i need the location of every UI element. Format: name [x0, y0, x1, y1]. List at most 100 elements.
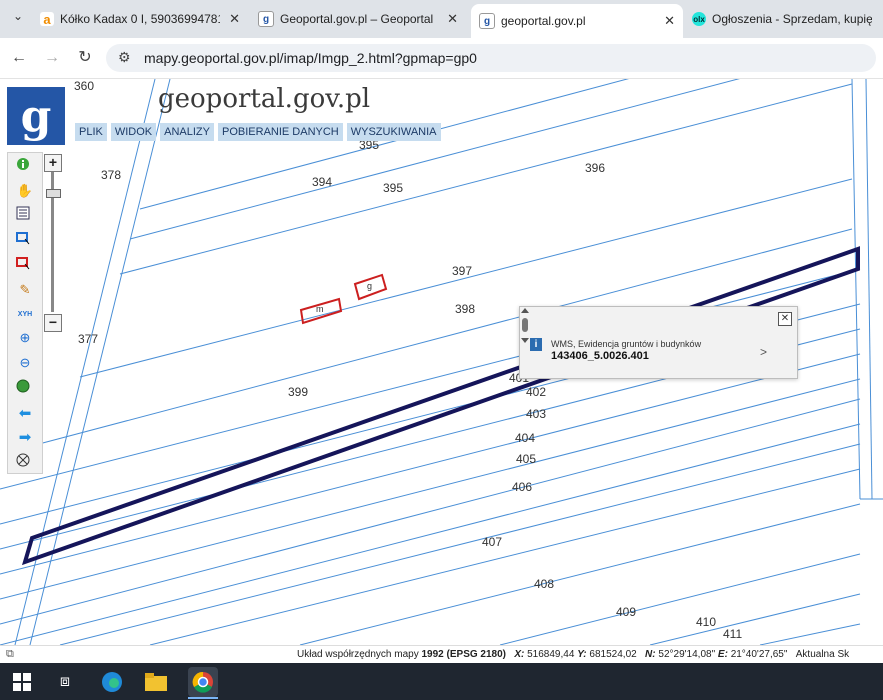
menu-plik[interactable]: PLIK	[75, 123, 107, 141]
popup-scrollbar[interactable]	[520, 307, 530, 345]
olx-icon: olx	[692, 12, 706, 26]
parcel-label: 409	[616, 605, 637, 619]
pencil-icon[interactable]: ✎	[16, 281, 34, 299]
popup-source: WMS, Ewidencja gruntów i budynków	[551, 339, 702, 349]
forward-icon[interactable]: →	[41, 47, 63, 69]
menu-pobieranie-danych[interactable]: POBIERANIE DANYCH	[218, 123, 343, 141]
feature-info-popup: ✕ i WMS, Ewidencja gruntów i budynków 14…	[519, 306, 798, 379]
menu-analizy[interactable]: ANALIZY	[160, 123, 214, 141]
tab-title: geoportal.gov.pl	[501, 14, 586, 28]
status-bar: ⧉ Układ współrzędnych mapy 1992 (EPSG 21…	[0, 645, 883, 664]
x-label: X:	[514, 649, 525, 660]
tab-geoportal-infr[interactable]: g Geoportal.gov.pl – Geoportal Infr ✕	[258, 4, 466, 34]
zoom-in-icon[interactable]: ⊕	[16, 329, 34, 347]
crs-label: Układ współrzędnych mapy	[297, 649, 419, 660]
parcel-label: 408	[534, 577, 555, 591]
reload-icon[interactable]: ↻	[74, 47, 96, 69]
geoportal-logo[interactable]: g	[7, 87, 65, 145]
file-explorer-icon[interactable]	[143, 669, 169, 695]
zoom-in-button[interactable]: +	[44, 154, 62, 172]
selected-parcel-401	[21, 246, 860, 566]
select-rect-blue-icon[interactable]	[16, 231, 34, 249]
next-extent-icon[interactable]: ➡	[16, 428, 34, 446]
menu-wyszukiwania[interactable]: WYSZUKIWANIA	[346, 123, 441, 141]
geoportal-icon: g	[258, 11, 274, 27]
close-tab-icon[interactable]: ✕	[229, 11, 240, 27]
coordinate-readout: Układ współrzędnych mapy 1992 (EPSG 2180…	[297, 649, 849, 660]
parcel-label: 404	[515, 431, 536, 445]
previous-extent-icon[interactable]: ⬅	[16, 404, 34, 422]
site-info-icon[interactable]: ⚙	[118, 49, 131, 66]
map-canvas[interactable]: 360 378 395 394 395 396 397 398 377 399 …	[0, 79, 883, 645]
y-label: Y:	[577, 649, 587, 660]
globe-icon[interactable]	[16, 379, 34, 397]
legend-icon[interactable]	[16, 206, 34, 224]
geoportal-wordmark: geoportal.gov.pl	[158, 84, 371, 114]
parcel-label: 402	[526, 385, 547, 399]
close-tab-icon[interactable]: ✕	[447, 11, 458, 27]
tab-kadax[interactable]: a Kółko Kadax 0 I, 5903699478173 ✕	[40, 4, 248, 34]
zoom-out-icon[interactable]: ⊖	[16, 354, 34, 372]
parcel-label: 411	[723, 627, 743, 641]
parcel-label: 410	[696, 615, 717, 629]
windows-taskbar: ⧈	[0, 663, 883, 700]
e-label: E:	[717, 649, 728, 660]
parcel-label: 406	[512, 480, 533, 494]
map-toolbar: ✋ ✎ XYH ⊕ ⊖ ⬅ ➡	[7, 152, 43, 474]
tab-title: Ogłoszenia - Sprzedam, kupię n	[712, 12, 872, 26]
amazon-icon: a	[40, 12, 54, 27]
parcel-label: 396	[585, 161, 606, 175]
zoom-slider[interactable]: + −	[44, 152, 64, 334]
select-rect-red-icon[interactable]	[16, 256, 34, 274]
parcel-label: 407	[482, 535, 503, 549]
n-label: N:	[645, 649, 656, 660]
task-view-icon[interactable]: ⧈	[52, 669, 78, 695]
y-value: 681524,02	[589, 649, 637, 660]
x-value: 516849,44	[527, 649, 575, 660]
n-value: 52°29'14,08"	[658, 649, 716, 660]
zoom-handle[interactable]	[46, 189, 61, 198]
info-icon[interactable]	[16, 157, 34, 175]
parcel-label: 403	[526, 407, 547, 421]
url-text: mapy.geoportal.gov.pl/imap/Imgp_2.html?g…	[144, 50, 477, 66]
e-value: 21°40'27,65"	[730, 649, 788, 660]
parcel-label: 378	[101, 168, 122, 182]
tab-geoportal-active[interactable]: g geoportal.gov.pl ✕	[471, 4, 683, 38]
chevron-right-icon[interactable]: >	[760, 345, 767, 359]
pan-hand-icon[interactable]: ✋	[16, 182, 34, 200]
zoom-out-button[interactable]: −	[44, 314, 62, 332]
current-scale-label: Aktualna Sk	[795, 649, 850, 660]
tab-olx[interactable]: olx Ogłoszenia - Sprzedam, kupię n	[692, 4, 883, 34]
parcel-label: 399	[288, 385, 309, 399]
main-menu: PLIK WIDOK ANALIZY POBIERANIE DANYCH WYS…	[75, 123, 441, 141]
close-icon[interactable]: ✕	[778, 312, 792, 326]
parcel-label: 398	[455, 302, 476, 316]
windows-start-icon[interactable]	[9, 669, 35, 695]
tab-search-icon[interactable]: ⌄	[8, 9, 28, 29]
xyh-coordinates-icon[interactable]: XYH	[16, 305, 34, 323]
parcel-label: 395	[383, 181, 404, 195]
parcel-label: 397	[452, 264, 473, 278]
browser-toolbar: ← → ↻ ⚙ mapy.geoportal.gov.pl/imap/Imgp_…	[0, 38, 883, 79]
popup-parcel-id: 143406_5.0026.401	[551, 350, 649, 362]
edge-icon[interactable]	[99, 669, 125, 695]
chrome-icon[interactable]	[188, 667, 218, 697]
parcel-label: 377	[78, 332, 99, 346]
tab-title: Geoportal.gov.pl – Geoportal Infr	[280, 12, 436, 26]
close-tab-icon[interactable]: ✕	[664, 13, 675, 29]
parcel-label: 394	[312, 175, 333, 189]
geoportal-icon: g	[479, 13, 495, 29]
full-extent-icon[interactable]	[16, 453, 34, 471]
tab-title: Kółko Kadax 0 I, 5903699478173	[60, 12, 220, 26]
building-label: g	[367, 281, 373, 291]
building-label: m	[316, 304, 324, 314]
parcel-label: 360	[74, 79, 95, 93]
info-icon: i	[530, 338, 542, 351]
menu-widok[interactable]: WIDOK	[110, 123, 157, 141]
parcel-label: 405	[516, 452, 537, 466]
back-icon[interactable]: ←	[8, 47, 30, 69]
fullscreen-icon[interactable]: ⧉	[6, 648, 14, 661]
address-bar[interactable]: ⚙ mapy.geoportal.gov.pl/imap/Imgp_2.html…	[106, 44, 876, 72]
browser-tab-bar: ⌄ a Kółko Kadax 0 I, 5903699478173 ✕ g G…	[0, 0, 883, 38]
crs-value: 1992 (EPSG 2180)	[421, 649, 507, 660]
